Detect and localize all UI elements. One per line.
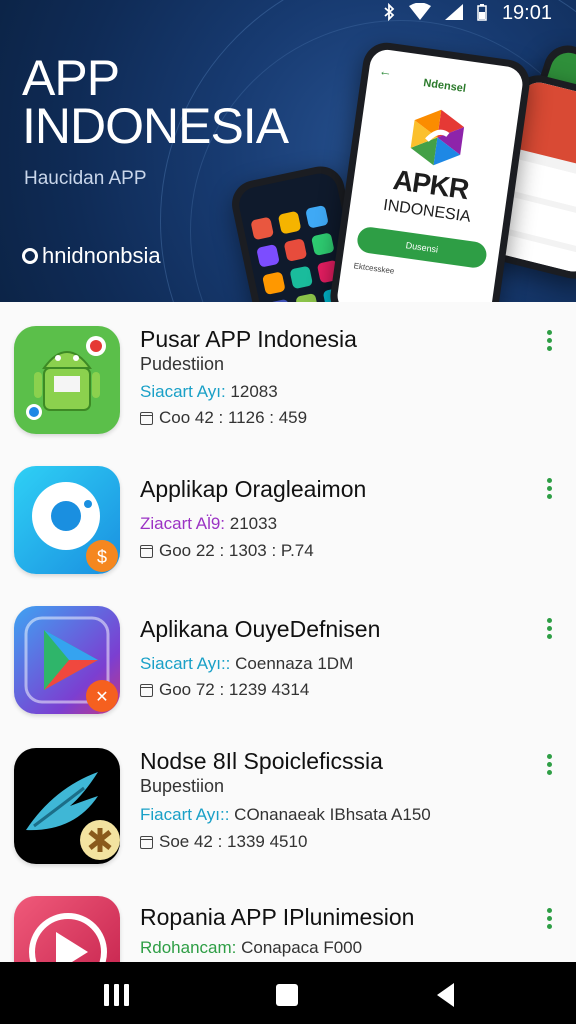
meta-value: Conapaca F000 xyxy=(236,938,363,957)
calendar-icon xyxy=(140,835,153,849)
app-title: Pusar APP Indonesia xyxy=(140,326,357,352)
meta-value: COnanaeak IBhsata A150 xyxy=(229,805,431,824)
meta-key: Siacart Ayı: xyxy=(140,382,226,401)
meta-value: 21033 xyxy=(225,514,278,533)
app-meta-secondary: Goo 22 : 1303 : P.74 xyxy=(140,541,314,561)
more-options-icon[interactable] xyxy=(541,908,557,929)
list-item[interactable]: Ropania APP IPlunimesion Rdohancam: Cona… xyxy=(0,886,576,962)
meta-text: Soe 42 : 1339 4510 xyxy=(159,832,308,851)
app-subtitle: Pudestiion xyxy=(140,354,225,374)
app-meta-primary: Siacart Ayı: 12083 xyxy=(140,382,278,402)
more-options-icon[interactable] xyxy=(541,754,557,775)
meta-key: Ziacart Al̈9: xyxy=(140,514,226,533)
wifi-icon xyxy=(409,3,431,20)
brand-logo-icon xyxy=(22,248,38,264)
svg-text:$: $ xyxy=(97,547,107,567)
calendar-icon xyxy=(140,683,153,697)
app-title: Ropania APP IPlunimesion xyxy=(140,904,415,930)
calendar-icon xyxy=(140,411,153,425)
meta-key: Fiacart Ayı:: xyxy=(140,805,230,824)
more-options-icon[interactable] xyxy=(541,478,557,499)
banner-title: APP INDONESIA xyxy=(22,50,289,154)
app-meta-secondary: Goo 72 : 1239 4314 xyxy=(140,680,309,700)
meta-text: Coo 42 : 1126 : 459 xyxy=(159,408,308,427)
signal-icon xyxy=(445,4,463,20)
camera-app-icon: $ xyxy=(14,466,120,574)
hero-banner: 19:01 APP INDONESIA Haucidan APP hnidnon… xyxy=(0,0,576,302)
mockup-footer: Ektcesskee xyxy=(353,261,395,276)
status-bar: 19:01 xyxy=(0,0,576,28)
app-subtitle: Bupestiion xyxy=(140,776,225,796)
video-app-icon xyxy=(14,896,120,962)
meta-text: Goo 72 : 1239 4314 xyxy=(159,680,310,699)
status-time: 19:01 xyxy=(501,2,552,24)
app-meta-primary: Rdohancam: Conapaca F000 xyxy=(140,938,362,958)
meta-text: Goo 22 : 1303 : P.74 xyxy=(159,541,314,560)
banner-subtitle: Haucidan APP xyxy=(24,168,147,189)
recent-apps-icon[interactable] xyxy=(104,984,129,1006)
list-item[interactable]: Pusar APP Indonesia Pudestiion Siacart A… xyxy=(0,316,576,456)
banner-title-line2: INDONESIA xyxy=(22,98,289,154)
phone-screen: ← Ndensel APKR INDONESIA Dusensi Ektcess… xyxy=(335,47,525,302)
app-meta-primary: Ziacart Al̈9: 21033 xyxy=(140,514,277,534)
bluetooth-icon xyxy=(384,3,395,21)
play-app-icon: ✕ xyxy=(14,606,120,714)
meta-key: Siacart Ayı:: xyxy=(140,654,231,673)
list-item[interactable]: ✕ Aplikana OuyeDefnisen Siacart Ayı:: Co… xyxy=(0,596,576,736)
bird-app-icon xyxy=(14,748,120,864)
calendar-icon xyxy=(140,544,153,558)
home-icon[interactable] xyxy=(276,984,298,1006)
app-title: Nodse 8Il Spoicleficssia xyxy=(140,748,383,774)
battery-icon xyxy=(477,4,487,21)
banner-title-line1: APP xyxy=(22,50,120,106)
mockup-header: Ndensel xyxy=(422,77,467,95)
more-options-icon[interactable] xyxy=(541,330,557,351)
list-item[interactable]: Nodse 8Il Spoicleficssia Bupestiion Fiac… xyxy=(0,736,576,876)
app-title: Aplikana OuyeDefnisen xyxy=(140,616,381,642)
android-app-icon xyxy=(14,326,120,434)
app-meta-primary: Siacart Ayı:: Coennaza 1DM xyxy=(140,654,353,674)
mockup-button: Dusensi xyxy=(355,225,489,270)
svg-text:✕: ✕ xyxy=(95,689,108,706)
app-meta-secondary: Soe 42 : 1339 4510 xyxy=(140,832,307,852)
app-list: Pusar APP Indonesia Pudestiion Siacart A… xyxy=(0,302,576,962)
banner-brand-text: hnidnonbsia xyxy=(42,243,161,268)
more-options-icon[interactable] xyxy=(541,618,557,639)
meta-value: 12083 xyxy=(225,382,278,401)
list-item[interactable]: $ Applikap Oraglеаimon Ziacart Al̈9: 210… xyxy=(0,456,576,596)
app-meta-secondary: Coo 42 : 1126 : 459 xyxy=(140,408,307,428)
meta-value: Coennaza 1DM xyxy=(230,654,354,673)
back-icon[interactable] xyxy=(437,983,454,1007)
app-title: Applikap Oraglеаimon xyxy=(140,476,367,502)
system-nav-bar xyxy=(0,962,576,1024)
meta-key: Rdohancam: xyxy=(140,938,237,957)
hexagon-logo-icon xyxy=(410,109,465,166)
app-meta-primary: Fiacart Ayı:: COnanaeak IBhsata A150 xyxy=(140,805,431,825)
banner-brand[interactable]: hnidnonbsia xyxy=(22,243,161,269)
